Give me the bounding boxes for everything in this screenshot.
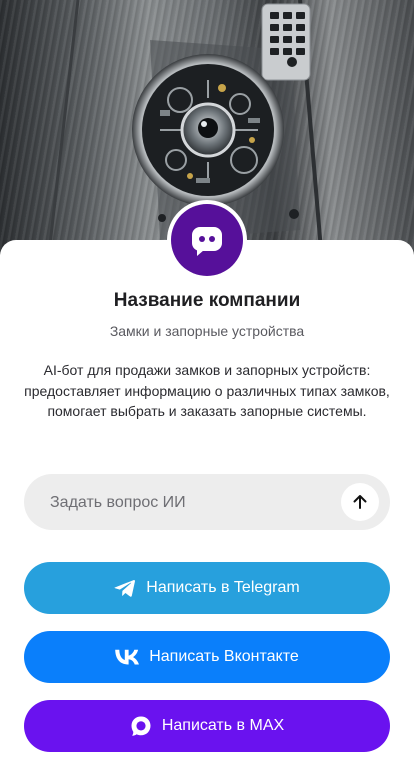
company-description: AI-бот для продажи замков и запорных уст…: [24, 362, 390, 419]
ask-ai-input[interactable]: [48, 474, 352, 532]
ask-ai-field: [24, 474, 390, 532]
telegram-icon: [114, 578, 136, 598]
max-button[interactable]: Написать в MAX: [24, 700, 390, 752]
company-avatar: [167, 200, 247, 280]
telegram-button-label: Написать в Telegram: [146, 579, 300, 596]
company-name: Название компании: [113, 290, 301, 311]
max-icon: [130, 715, 152, 737]
company-subtitle: Замки и запорные устройства: [109, 323, 305, 339]
arrow-up-icon: [353, 495, 367, 509]
bot-face-icon: [192, 227, 222, 256]
avatar-circle: [171, 204, 243, 276]
telegram-button[interactable]: Написать в Telegram: [24, 562, 390, 614]
vk-button[interactable]: Написать Вконтакте: [24, 631, 390, 683]
max-button-label: Написать в MAX: [161, 717, 285, 734]
send-button[interactable]: [341, 483, 379, 521]
vk-button-label: Написать Вконтакте: [149, 648, 299, 665]
vk-icon: [115, 649, 140, 665]
